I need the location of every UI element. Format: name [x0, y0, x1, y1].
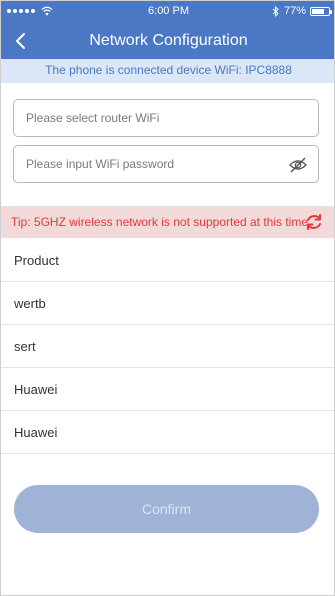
router-wifi-input[interactable]	[14, 100, 318, 136]
wifi-list-item[interactable]: sert	[1, 325, 334, 368]
wifi-ssid: wertb	[14, 295, 46, 311]
eye-slash-icon[interactable]	[288, 155, 308, 175]
status-bar: 6:00 PM 77%	[1, 1, 334, 23]
app-screen: 6:00 PM 77% Network Configuration The ph…	[0, 0, 335, 596]
wifi-list-item[interactable]: Product	[1, 239, 334, 282]
nav-bar: Network Configuration	[1, 23, 334, 59]
tip-banner: Tip: 5GHZ wireless network is not suppor…	[1, 206, 334, 238]
battery-level	[312, 8, 325, 14]
status-right: 77%	[272, 5, 332, 17]
wifi-list-item[interactable]: wertb	[1, 282, 334, 325]
wifi-ssid: sert	[14, 338, 36, 354]
wifi-ssid: Product	[14, 252, 59, 268]
wifi-ssid: Huawei	[14, 424, 58, 440]
wifi-password-input[interactable]	[14, 146, 318, 182]
tip-text: Tip: 5GHZ wireless network is not suppor…	[11, 215, 308, 229]
connection-info-banner: The phone is connected device WiFi: IPC8…	[1, 59, 334, 83]
confirm-button[interactable]: Confirm	[14, 485, 319, 533]
battery-icon	[310, 6, 332, 16]
wifi-password-field[interactable]	[13, 145, 319, 183]
router-wifi-field[interactable]	[13, 99, 319, 137]
wifi-list-item[interactable]: Huawei	[1, 411, 334, 454]
refresh-icon[interactable]	[304, 212, 324, 232]
battery-percent: 77%	[283, 5, 306, 17]
wifi-ssid: Huawei	[14, 381, 58, 397]
wifi-network-list: Product wertb sert Huawei Huawei	[1, 239, 334, 454]
wifi-list-item[interactable]: Huawei	[1, 368, 334, 411]
bluetooth-icon	[272, 5, 279, 17]
page-title: Network Configuration	[89, 32, 248, 49]
